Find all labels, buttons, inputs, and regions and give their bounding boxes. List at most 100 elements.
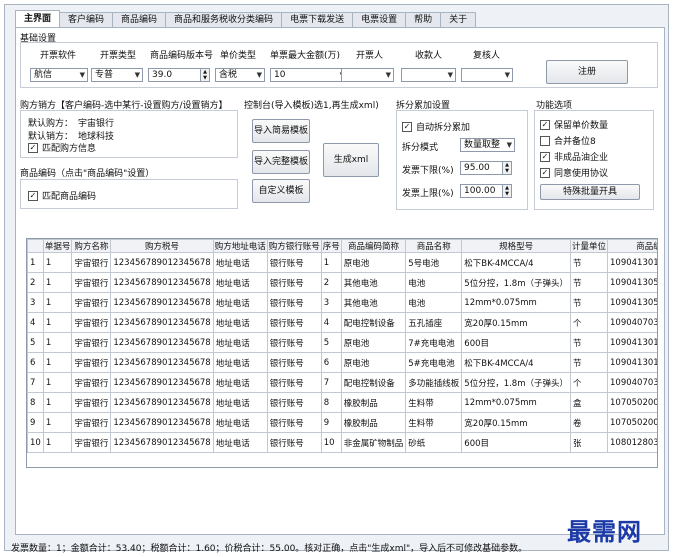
table-cell[interactable]: 1090413010100000 [607, 252, 657, 273]
special-batch-button[interactable]: 特殊批量开具 [540, 184, 640, 200]
table-row[interactable]: 9 1 宇宙银行 123456789012345678 地址电话 银行账号 9 橡胶制品 生料带… [27, 412, 657, 433]
table-row[interactable]: 4 1 宇宙银行 123456789012345678 地址电话 银行账号 4 配电控制设备五… [27, 312, 657, 333]
table-cell[interactable]: 生料带 [405, 392, 463, 413]
table-cell[interactable]: 12mm*0.075mm [461, 392, 571, 413]
row-number[interactable]: 2 [27, 272, 44, 293]
table-cell[interactable]: 1 [42, 352, 73, 373]
table-cell[interactable]: 盒 [569, 392, 609, 413]
drawer-select[interactable]: ▼ [341, 68, 394, 82]
table-cell[interactable]: 宽20厚0.15mm [461, 312, 571, 333]
table-cell[interactable]: 123456789012345678 [110, 392, 214, 413]
table-cell[interactable]: 节 [569, 332, 609, 353]
table-cell[interactable]: 个 [569, 312, 609, 333]
lower-limit-input[interactable]: 95.00 ▲ ▼ [460, 161, 512, 175]
table-cell[interactable]: 宽20厚0.15mm [461, 412, 571, 433]
table-cell[interactable]: 地址电话 [212, 312, 268, 333]
table-cell[interactable]: 123456789012345678 [110, 272, 214, 293]
table-cell[interactable]: 电池 [405, 272, 463, 293]
table-cell[interactable]: 银行账号 [266, 372, 322, 393]
table-cell[interactable]: 原电池 [340, 332, 407, 353]
table-cell[interactable]: 1090413050000000 [607, 292, 657, 313]
table-cell[interactable]: 12345678901234567​8 [110, 252, 214, 273]
table-cell[interactable]: 7#充电电池 [405, 332, 463, 353]
table-row[interactable]: 2 1 宇宙银行 123456789012345678 地址电话 银行账号 2 其他电池 电池 5… [27, 272, 657, 293]
invoice-software-select[interactable]: 航信 ▼ [30, 68, 88, 82]
table-cell[interactable]: 1090407030000000 [607, 372, 657, 393]
auto-split-checkbox[interactable]: ✓ 自动拆分累加 [402, 120, 470, 133]
table-cell[interactable]: 123456789012345678 [110, 372, 214, 393]
row-number[interactable]: 5 [27, 332, 44, 353]
table-cell[interactable]: 1090407030000000 [607, 312, 657, 333]
table-cell[interactable]: 2 [320, 272, 342, 293]
column-header[interactable]: 购方银行账号 [266, 239, 322, 253]
table-cell[interactable]: 5 [320, 332, 342, 353]
table-cell[interactable]: 个 [569, 372, 609, 393]
row-number[interactable]: 8 [27, 392, 44, 413]
column-header[interactable]: 商品名称 [405, 239, 463, 253]
table-row[interactable]: 3 1 宇宙银行 123456789012345678 地址电话 银行账号 3 其他电池 电池 1… [27, 292, 657, 313]
code-version-input[interactable]: 39.0 ▲ ▼ [148, 68, 210, 82]
table-cell[interactable]: 地址电话 [212, 432, 268, 453]
option-keep-price-checkbox[interactable]: ✓ 保留单价数量 [540, 118, 608, 131]
table-cell[interactable]: 123456789012345678 [110, 292, 214, 313]
import-simple-template-button[interactable]: 导入简易模板 [252, 119, 310, 143]
table-cell[interactable]: 电池 [405, 292, 463, 313]
table-cell[interactable]: 卷 [569, 412, 609, 433]
table-cell[interactable]: 宇宙银行 [71, 412, 112, 433]
table-cell[interactable]: 五孔插座 [405, 312, 463, 333]
table-cell[interactable]: 银行账号 [266, 392, 322, 413]
table-cell[interactable]: 地址电话 [212, 292, 268, 313]
row-number[interactable]: 1 [27, 252, 44, 273]
table-cell[interactable]: 配电控制设备 [340, 372, 407, 393]
tab-help[interactable]: 帮助 [405, 12, 442, 27]
option-non-oil-checkbox[interactable]: ✓ 非成品油企业 [540, 150, 608, 163]
table-row[interactable]: 1 1 宇宙银行 12345678901234567​8 地址电话 银行账号 1 原电池 5号电… [27, 252, 657, 273]
table-row[interactable]: 6 1 宇宙银行 123456789012345678 地址电话 银行账号 6 原电池 5#充电… [27, 352, 657, 373]
table-cell[interactable]: 1 [42, 432, 73, 453]
table-cell[interactable]: 地址电话 [212, 392, 268, 413]
table-cell[interactable]: 橡胶制品 [340, 412, 407, 433]
table-cell[interactable]: 12mm*0.075mm [461, 292, 571, 313]
custom-template-button[interactable]: 自定义模板 [252, 179, 310, 203]
table-cell[interactable]: 宇宙银行 [71, 272, 112, 293]
row-number[interactable]: 10 [27, 432, 44, 453]
spinner-icon[interactable]: ▲ ▼ [502, 162, 511, 174]
table-cell[interactable]: 地址电话 [212, 332, 268, 353]
table-cell[interactable]: 600目 [461, 432, 571, 453]
table-cell[interactable]: 银行账号 [266, 292, 322, 313]
table-cell[interactable]: 银行账号 [266, 352, 322, 373]
match-goods-checkbox[interactable]: ✓ 匹配商品编码 [28, 189, 96, 202]
table-cell[interactable]: 1 [42, 392, 73, 413]
import-full-template-button[interactable]: 导入完整模板 [252, 150, 310, 174]
table-cell[interactable]: 1 [42, 272, 73, 293]
column-header[interactable]: 商品编码 [607, 239, 657, 253]
table-cell[interactable]: 1 [42, 412, 73, 433]
table-row[interactable]: 7 1 宇宙银行 123456789012345678 地址电话 银行账号 7 配电控制设备多… [27, 372, 657, 393]
table-cell[interactable]: 1 [42, 292, 73, 313]
tab-einvoice-download[interactable]: 电票下载发送 [281, 12, 354, 27]
table-row[interactable]: 10 1 宇宙银行 123456789012345678 地址电话 银行账号 10 非金属矿物… [27, 432, 657, 453]
table-cell[interactable]: 松下BK-4MCCA/4 [461, 352, 571, 373]
table-cell[interactable]: 宇宙银行 [71, 352, 112, 373]
table-cell[interactable]: 4 [320, 312, 342, 333]
table-row[interactable]: 5 1 宇宙银行 123456789012345678 地址电话 银行账号 5 原电池 7#充电… [27, 332, 657, 353]
table-cell[interactable]: 1 [42, 332, 73, 353]
table-cell[interactable]: 10 [320, 432, 342, 453]
table-cell[interactable]: 节 [569, 272, 609, 293]
table-cell[interactable]: 银行账号 [266, 312, 322, 333]
table-cell[interactable]: 1 [42, 372, 73, 393]
spinner-icon[interactable]: ▲ ▼ [200, 69, 209, 81]
table-cell[interactable]: 123456789012345678 [110, 312, 214, 333]
table-cell[interactable]: 600目 [461, 332, 571, 353]
table-cell[interactable]: 5位分控，1.8m（子弹头） [461, 272, 571, 293]
column-header[interactable]: 计量单位 [569, 239, 609, 253]
table-cell[interactable]: 1090413010300000 [607, 332, 657, 353]
tab-main[interactable]: 主界面 [15, 10, 61, 27]
column-header[interactable]: 购方名称 [71, 239, 112, 253]
upper-limit-input[interactable]: 100.00 ▲ ▼ [460, 184, 512, 198]
table-cell[interactable]: 6 [320, 352, 342, 373]
table-cell[interactable]: 银行账号 [266, 252, 322, 273]
table-cell[interactable]: 节 [569, 352, 609, 373]
row-number[interactable]: 7 [27, 372, 44, 393]
row-number[interactable]: 9 [27, 412, 44, 433]
